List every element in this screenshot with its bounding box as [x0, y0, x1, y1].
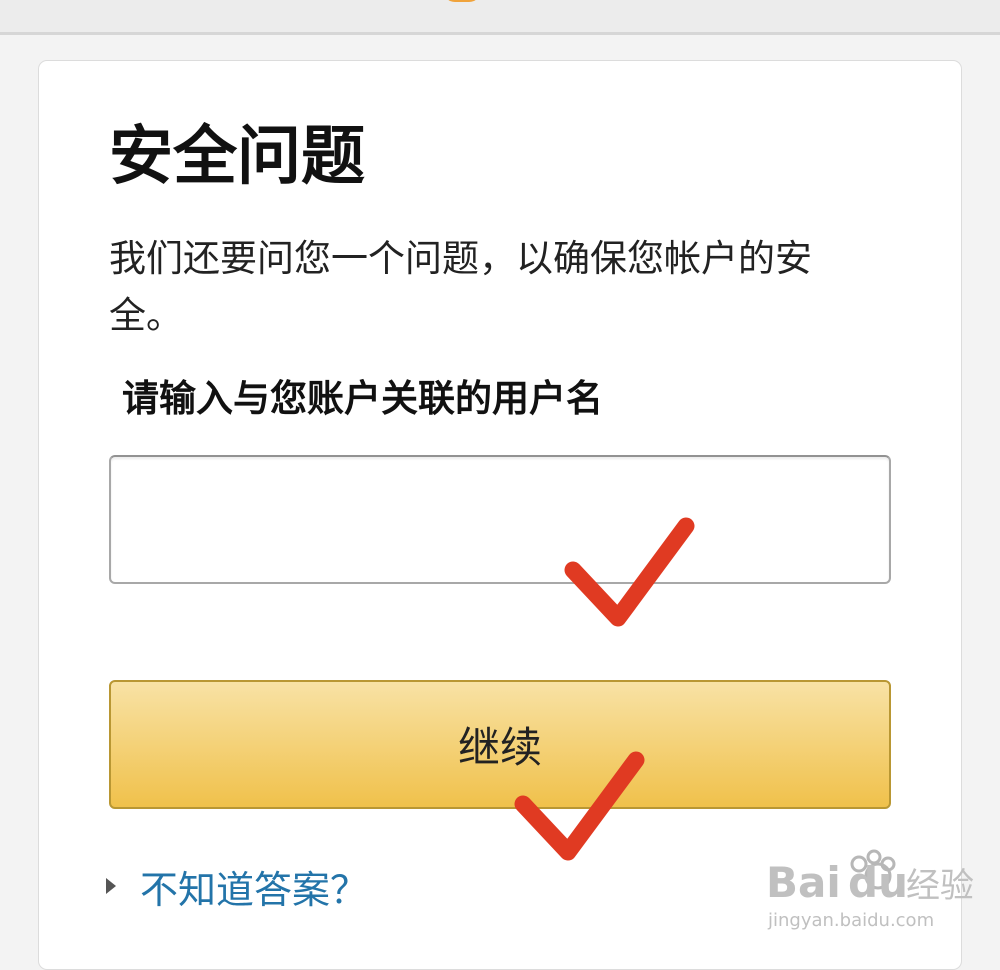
triangle-right-icon	[106, 878, 116, 894]
dont-know-answer-link[interactable]: 不知道答案？	[140, 859, 368, 914]
top-app-bar	[0, 0, 1000, 35]
logo-icon	[443, 0, 481, 2]
description-text: 我们还要问您一个问题，以确保您帐户的安全。	[109, 237, 812, 337]
continue-button[interactable]: 继续	[109, 680, 891, 809]
help-row[interactable]: 不知道答案？	[106, 858, 368, 914]
username-label: 请输入与您账户关联的用户名	[122, 377, 603, 420]
username-input[interactable]	[109, 455, 891, 584]
page-title: 安全问题	[109, 120, 365, 194]
